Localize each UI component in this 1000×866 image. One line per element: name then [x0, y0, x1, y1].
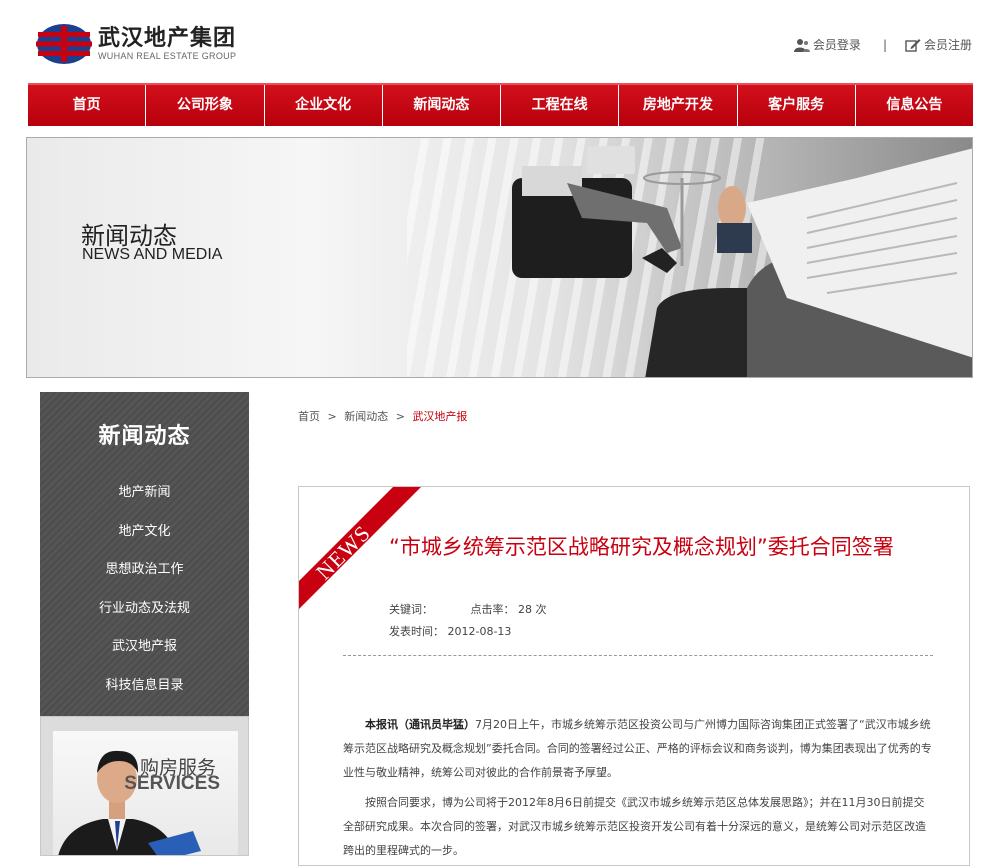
login-label: 会员登录	[812, 38, 861, 52]
sidebar-item-industry-regulations[interactable]: 行业动态及法规	[40, 590, 249, 629]
nav-item-news[interactable]: 新闻动态	[382, 85, 501, 126]
member-separator: |	[882, 37, 887, 52]
services-promo[interactable]: 购房服务 SERVICES	[40, 716, 249, 856]
article-paragraph: 按照合同要求，博为公司将于2012年8月6日前提交《武汉市城乡统筹示范区总体发展…	[343, 796, 926, 857]
clicks-value: 28 次	[518, 603, 547, 616]
news-ribbon-label: NEWS	[311, 520, 376, 585]
nav-item-projects[interactable]: 工程在线	[501, 85, 620, 126]
clicks-label: 点击率：	[470, 603, 515, 616]
article-body: 本报讯（通讯员毕猛）7月20日上午，市城乡统筹示范区投资公司与广州博力国际咨询集…	[343, 713, 933, 865]
register-label: 会员注册	[923, 38, 972, 52]
nav-item-announcements[interactable]: 信息公告	[855, 85, 973, 126]
article-divider	[343, 655, 933, 656]
edit-icon	[905, 38, 921, 52]
sidebar-menu: 地产新闻 地产文化 思想政治工作 行业动态及法规 武汉地产报 科技信息目录	[40, 474, 249, 705]
breadcrumb-home[interactable]: 首页	[298, 410, 320, 423]
article-paragraph: 本报讯（通讯员毕猛）7月20日上午，市城乡统筹示范区投资公司与广州博力国际咨询集…	[343, 718, 932, 779]
page-header: 武汉地产集团 WUHAN REAL ESTATE GROUP 会员登录 | 会员…	[0, 0, 1000, 82]
logo-title: 武汉地产集团	[98, 26, 237, 51]
login-link[interactable]: 会员登录	[793, 36, 861, 53]
sidebar-title: 新闻动态	[98, 424, 191, 449]
register-link[interactable]: 会员注册	[905, 36, 972, 53]
services-title-en: SERVICES	[124, 773, 220, 794]
sidebar-item-political-work[interactable]: 思想政治工作	[40, 551, 249, 590]
date-value: 2012-08-13	[447, 625, 512, 638]
breadcrumb-arrow-icon: >	[327, 410, 337, 423]
article-lead: 本报讯（通讯员毕猛）	[365, 718, 475, 731]
article-title: “市城乡统筹示范区战略研究及概念规划”委托合同签署	[389, 535, 894, 559]
sidebar-item-real-estate-news[interactable]: 地产新闻	[40, 474, 249, 513]
nav-item-home[interactable]: 首页	[28, 85, 147, 126]
sidebar-item-tech-catalog[interactable]: 科技信息目录	[40, 667, 249, 706]
main-nav: 首页 公司形象 企业文化 新闻动态 工程在线 房地产开发 客户服务 信息公告	[28, 83, 973, 126]
article: NEWS “市城乡统筹示范区战略研究及概念规划”委托合同签署 关键词： 点击率：…	[298, 486, 970, 866]
nav-item-customer-service[interactable]: 客户服务	[737, 85, 856, 126]
nav-item-culture[interactable]: 企业文化	[264, 85, 383, 126]
breadcrumb-section[interactable]: 新闻动态	[344, 410, 388, 423]
banner-subtitle: NEWS AND MEDIA	[82, 246, 223, 263]
sidebar-item-real-estate-culture[interactable]: 地产文化	[40, 513, 249, 552]
nav-item-company-image[interactable]: 公司形象	[146, 85, 265, 126]
logo-icon	[36, 22, 92, 66]
nav-item-development[interactable]: 房地产开发	[619, 85, 738, 126]
hero-banner: 新闻动态 NEWS AND MEDIA	[26, 137, 973, 378]
logo-subtitle: WUHAN REAL ESTATE GROUP	[98, 51, 237, 61]
breadcrumb-arrow-icon: >	[395, 410, 405, 423]
breadcrumb-current: 武汉地产报	[412, 410, 468, 423]
user-icon	[793, 38, 810, 52]
sidebar: 新闻动态 地产新闻 地产文化 思想政治工作 行业动态及法规 武汉地产报 科技信息…	[40, 392, 249, 716]
logo[interactable]: 武汉地产集团 WUHAN REAL ESTATE GROUP	[36, 22, 236, 66]
article-meta: 关键词： 点击率： 28 次 发表时间： 2012-08-13	[389, 599, 547, 643]
keywords-label: 关键词：	[389, 603, 433, 616]
breadcrumb: 首页 > 新闻动态 > 武汉地产报	[298, 408, 467, 424]
sidebar-item-wuhan-newspaper[interactable]: 武汉地产报	[40, 628, 249, 667]
date-label: 发表时间：	[389, 625, 444, 638]
member-links: 会员登录 | 会员注册	[793, 36, 972, 53]
